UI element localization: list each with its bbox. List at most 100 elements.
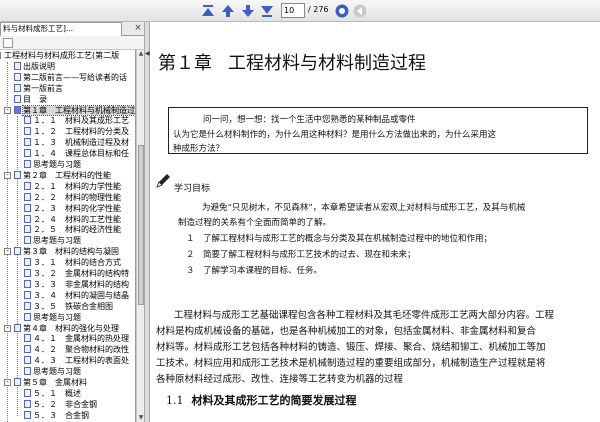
tree-item[interactable]: ５．３ 合金钢 (24, 410, 89, 421)
bookmark-page-icon (14, 170, 21, 179)
go-back-icon[interactable] (352, 3, 368, 19)
tree-item-label: 第３章 材料的结构与凝固 (23, 247, 119, 257)
tree-item-label: 目 录 (23, 94, 47, 104)
go-page-icon[interactable] (334, 3, 350, 19)
tree-item[interactable]: ２．４ 材料的工艺性能 (24, 214, 121, 225)
pdf-reader-window: / 276 料与材料成形工艺]... × -工程材料与材料成形工艺(第二版出版说… (0, 0, 600, 422)
bookmark-page-icon (24, 149, 31, 158)
tree-item[interactable]: -工程材料与材料成形工艺(第二版 (0, 51, 119, 61)
bookmark-page-icon (24, 258, 31, 267)
tree-item[interactable]: - 第３章 材料的结构与凝固 (4, 247, 119, 257)
tree-item[interactable]: 思考题与习题 (24, 236, 81, 246)
tree-item-label: １．１ 材料及其成形工艺 (33, 116, 129, 126)
tree-item[interactable]: 出版说明 (14, 61, 55, 72)
expand-toggle-icon[interactable]: - (4, 379, 11, 386)
tree-item[interactable]: １．４ 课程总体目标和任 (24, 149, 129, 159)
tree-item[interactable]: ２．１ 材料的力学性能 (24, 181, 121, 192)
tree-item[interactable]: １．２ 工程材料的分类及 (24, 127, 129, 137)
question-line: 种成形方法？ (173, 144, 225, 154)
document-tab[interactable]: 料与材料成形工艺]... (0, 22, 122, 36)
bookmark-page-icon (24, 345, 31, 354)
bookmark-tree: -工程材料与材料成形工艺(第二版出版说明第二版前言——写给读者的话第一版前言目 … (0, 50, 136, 422)
tree-scrollbar[interactable]: ▲ ▼ (136, 50, 144, 422)
tree-item[interactable]: - 第４章 材料的强化与处理 (4, 323, 119, 334)
tree-item-label: 思考题与习题 (33, 367, 81, 377)
tree-item[interactable]: ３．１ 材料的结合方式 (24, 258, 121, 268)
tree-item[interactable]: - 第５章 金属材料 (4, 378, 87, 388)
goal-line: １ 了解工程材料与成形工艺的概念与分类及其在机械制造过程中的地位和作用； (186, 234, 493, 244)
page-number-input[interactable] (281, 3, 305, 18)
first-page-icon[interactable] (200, 3, 216, 19)
tree-item-label: 第５章 金属材料 (23, 378, 87, 387)
bookmark-page-icon (14, 247, 21, 256)
tree-item-label: ２．１ 材料的力学性能 (33, 181, 121, 191)
question-line: 认为它是什么材料制作的，为什么用这种材料？是用什么方法做出来的，为什么采用这 (173, 130, 497, 140)
bookmark-page-icon (24, 160, 31, 168)
tree-item[interactable]: ５．１ 概述 (24, 388, 81, 399)
expand-toggle-icon[interactable]: - (4, 171, 11, 179)
tree-item-label: 思考题与习题 (33, 160, 81, 169)
tree-item[interactable]: 思考题与习题 (24, 160, 81, 170)
tree-item[interactable]: 思考题与习题 (24, 312, 81, 323)
tree-item[interactable]: ３．４ 材料的凝固与结晶 (24, 290, 129, 301)
expand-toggle-icon[interactable]: - (0, 52, 1, 59)
tree-item[interactable]: 第一版前言 (14, 83, 63, 94)
body-line: 各种原材料经过成形、改性、连接等工艺转变为机器的过程 (156, 374, 404, 385)
expand-toggle-icon[interactable]: - (4, 324, 11, 332)
goal-line: 为避免“只见树木，不见森林”，本章希望读者从宏观上对材料与成形工艺，及其与机械 (202, 203, 526, 213)
tree-item-label: ４．１ 金属材料的热处理 (33, 334, 129, 344)
tree-item[interactable]: 思考题与习题 (24, 367, 81, 377)
tree-item-label: ５．３ 合金钢 (33, 410, 89, 420)
bookmark-page-icon (24, 388, 31, 397)
tree-item-label: ４．３ 工程材料的表面处 (33, 356, 129, 366)
bookmark-page-icon (14, 83, 21, 92)
body-line: 材料等。材料成形工艺包括各种材料的铸造、锻压、焊接、聚合、烧结和铆工、机械加工等… (156, 342, 546, 353)
tree-item[interactable]: - 第１章 工程材料与机械制造过程 (4, 104, 135, 116)
expand-toggle-icon[interactable]: - (4, 248, 11, 256)
tree-item[interactable]: ４．２ 聚合物材料的改性 (24, 345, 129, 355)
tree-guide-line (17, 116, 18, 416)
bookmark-page-icon (24, 301, 31, 310)
question-line: 问一问，想一想：找一个生活中您熟悉的某种制品或零件 (203, 115, 416, 125)
tree-item-label: １．４ 课程总体目标和任 (33, 149, 129, 159)
bookmark-page-icon (14, 72, 21, 81)
tree-item[interactable]: ３．２ 金属材料的结构特 (24, 269, 129, 279)
question-box: 问一问，想一想：找一个生活中您熟悉的某种制品或零件 认为它是什么材料制作的，为什… (168, 107, 588, 154)
tree-item[interactable]: ４．１ 金属材料的热处理 (24, 334, 129, 344)
bookmark-icon[interactable] (3, 38, 13, 48)
tree-item-label: ３．２ 金属材料的结构特 (33, 269, 129, 278)
tree-item-label: ５．１ 概述 (33, 388, 81, 398)
tree-item[interactable]: ３．３ 非金属材料的结构 (24, 279, 129, 290)
tree-item[interactable]: ４．３ 工程材料的表面处 (24, 356, 129, 366)
tree-item[interactable]: ５．２ 非合金钢 (24, 399, 97, 410)
page-total: / 276 (308, 5, 329, 14)
tree-item[interactable]: ２．５ 材料的经济性能 (24, 225, 121, 235)
tree-item[interactable]: ２．３ 材料的化学性能 (24, 203, 121, 214)
tree-item-label: 第二版前言——写给读者的话 (23, 72, 127, 82)
close-icon[interactable]: × (133, 23, 143, 33)
expand-toggle-icon[interactable]: - (4, 106, 11, 114)
tree-guide-line (7, 62, 8, 422)
tree-item[interactable]: １．１ 材料及其成形工艺 (24, 116, 129, 126)
tree-item[interactable]: 第二版前言——写给读者的话 (14, 72, 127, 83)
tree-item-label: ２．５ 材料的经济性能 (33, 225, 121, 235)
tree-item[interactable]: １．３ 机械制造过程及材 (24, 138, 129, 148)
bookmark-page-icon (24, 203, 31, 212)
bookmark-page-icon (24, 116, 31, 125)
collapse-panel-icon[interactable]: ◀ (145, 50, 150, 57)
tree-item-label: 第４章 材料的强化与处理 (23, 323, 119, 333)
next-page-icon[interactable] (240, 3, 256, 19)
prev-page-icon[interactable] (220, 3, 236, 19)
last-page-icon[interactable] (259, 3, 275, 19)
tree-item[interactable]: ２．２ 材料的物理性能 (24, 192, 121, 203)
tree-item-label: ２．３ 材料的化学性能 (33, 203, 121, 213)
bookmark-page-icon (14, 61, 21, 70)
tree-item-label: ２．４ 材料的工艺性能 (33, 214, 121, 224)
tree-item[interactable]: - 第２章 工程材料的性能 (4, 170, 111, 181)
document-page: 第１章 工程材料与材料制造过程 问一问，想一想：找一个生活中您熟悉的某种制品或零件… (150, 22, 600, 422)
learning-goals-title: 学习目标 (174, 184, 211, 194)
tree-item[interactable]: ３．５ 铁碳合金相图 (24, 301, 113, 312)
bookmark-page-icon (24, 192, 31, 201)
tree-item[interactable]: 目 录 (14, 94, 47, 105)
tree-item-label: １．３ 机械制造过程及材 (33, 138, 129, 148)
